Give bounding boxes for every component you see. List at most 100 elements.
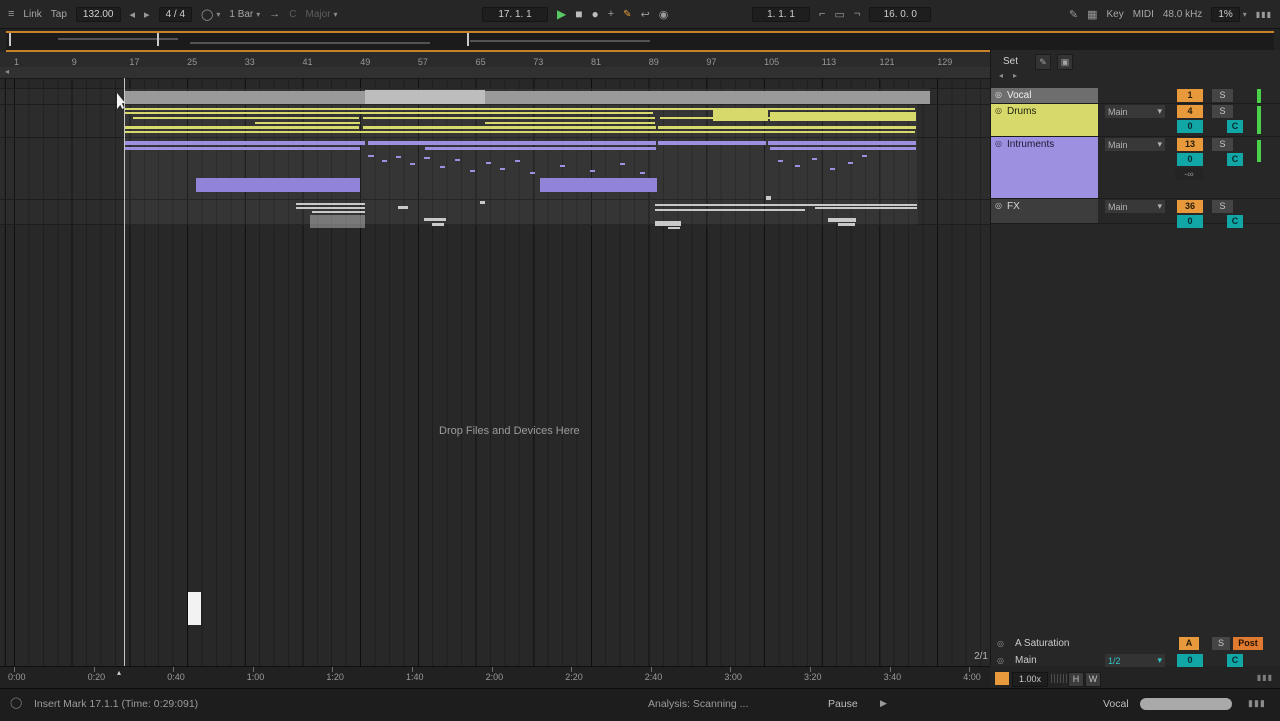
midi-map-button[interactable]: MIDI [1133,9,1154,20]
output-routing-select[interactable]: Main▾ [1105,138,1165,151]
lane-divider [0,88,990,89]
input-a-button[interactable]: A [1179,637,1199,650]
loop-start-marker-icon[interactable]: ◂ [5,67,9,76]
post-toggle-button[interactable]: Post [1233,637,1263,650]
time-label: 0:20 [88,672,106,682]
chevron-down-icon[interactable]: ▾ [216,10,220,19]
track-name-area[interactable]: ◎ Drums [991,104,1098,136]
master-device-row[interactable]: ◎ A Saturation A S Post [991,636,1280,652]
volume-display[interactable]: -∞ [1175,168,1203,180]
tap-tempo-button[interactable]: Tap [51,9,67,20]
track-row-drums[interactable]: ◎ Drums Main▾ 4S0 C [991,104,1280,137]
chevron-down-icon: ▾ [1157,201,1162,212]
reenable-automation-icon[interactable]: ↩ [641,8,650,21]
metronome-icon[interactable]: ◯ [201,8,213,21]
time-signature-display[interactable]: 4 / 4 [159,7,192,22]
pan-control[interactable]: C [1227,654,1243,667]
master-main-row[interactable]: ◎ Main 1/2 ▾ 0 C [991,653,1280,669]
back-arrow-icon[interactable]: ◂ [999,71,1003,80]
key-map-button[interactable]: Key [1107,9,1124,20]
track-fold-icon[interactable]: ◎ [995,201,1002,210]
nudge-down-icon[interactable]: ◂ [130,8,136,21]
solo-button[interactable]: S [1212,89,1233,102]
automation-arm-icon[interactable]: ✎ [623,9,631,20]
play-button[interactable]: ▶ [557,7,566,21]
scrub-area[interactable] [0,67,990,78]
track-fold-icon[interactable]: ◎ [997,656,1004,665]
stop-button[interactable]: ■ [575,7,582,21]
lock-icon[interactable]: ▣ [1057,54,1073,70]
pause-button[interactable]: Pause [828,698,858,710]
arrangement-area[interactable] [0,78,990,666]
time-ruler[interactable]: ▴ 0:000:200:401:001:201:402:002:202:403:… [0,666,990,689]
pencil-icon[interactable]: ✎ [1035,54,1051,70]
beat-time-ruler[interactable]: ◂ 191725334149576573818997105113121129 [0,52,990,79]
playback-rate-display[interactable]: 1.00x [1012,672,1048,687]
punch-out-icon[interactable]: ¬ [854,8,860,20]
send-knob[interactable]: 0 [1177,153,1203,166]
loop-start-display[interactable]: 1. 1. 1 [752,7,810,22]
track-fold-icon[interactable]: ◎ [997,639,1004,648]
track-name-label: Drums [1007,106,1036,117]
resume-icon[interactable]: ▶ [880,698,887,709]
output-routing-select[interactable]: 1/2 ▾ [1105,654,1165,667]
send-knob[interactable]: 0 [1177,215,1203,228]
status-bar: ◯ Insert Mark 17.1.1 (Time: 0:29:091) An… [0,688,1280,721]
output-routing-select[interactable]: Main▾ [1105,200,1165,213]
scale-root-display[interactable]: C [289,9,296,20]
time-label: 1:40 [406,672,424,682]
track-row-intruments[interactable]: ◎Intruments Main▾ 13 S0 C -∞ [991,137,1280,199]
arrangement-overview[interactable] [6,31,1274,52]
quantize-menu[interactable]: 1 Bar [229,9,253,20]
send-knob[interactable]: 0 [1177,120,1203,133]
grid-icon[interactable]: ▦ [1087,8,1097,21]
track-number-badge[interactable]: 36 [1177,200,1203,213]
insert-marker-icon[interactable]: ▴ [117,668,121,677]
nudge-up-icon[interactable]: ▸ [144,8,150,21]
solo-button[interactable]: S [1212,200,1233,213]
scale-name-display[interactable]: Major [306,9,331,20]
track-name-area[interactable]: ◎FX [991,199,1098,223]
meter-icon: ▮▮▮ [1257,673,1273,682]
loop-toggle-icon[interactable]: ▭ [834,8,844,21]
track-number-badge[interactable]: 1 [1177,89,1203,102]
chevron-down-icon[interactable]: ▾ [1243,10,1247,19]
punch-in-icon[interactable]: ⌐ [819,8,825,20]
playhead[interactable] [124,78,125,666]
arrangement-position-display[interactable]: 17. 1. 1 [482,7,548,22]
zoom-width-button[interactable]: W [1085,672,1101,687]
track-row-fx[interactable]: ◎FXMain▾36S0C [991,199,1280,224]
track-number-badge[interactable]: 13 [1177,138,1203,151]
solo-button[interactable]: S [1212,637,1230,650]
track-fold-icon[interactable]: ◎ [995,139,1002,148]
link-button[interactable]: Link [23,9,41,20]
follow-icon[interactable]: → [269,8,280,20]
solo-button[interactable]: S [1212,138,1233,151]
options-menu-icon[interactable]: ≡ [8,8,14,20]
bar-number-label: 57 [418,57,428,67]
pan-control[interactable]: C [1227,215,1243,228]
forward-arrow-icon[interactable]: ▸ [1013,71,1017,80]
send-knob[interactable]: 0 [1177,654,1203,667]
tempo-display[interactable]: 132.00 [76,7,121,22]
chevron-down-icon[interactable]: ▾ [334,10,338,19]
chevron-down-icon[interactable]: ▾ [256,10,260,19]
loop-length-display[interactable]: 16. 0. 0 [869,7,931,22]
track-row-vocal[interactable]: ◎Vocal 1S [991,88,1280,104]
track-name-area[interactable]: ◎Vocal [991,88,1098,103]
zoom-height-button[interactable]: H [1068,672,1084,687]
record-button[interactable]: ● [591,7,598,21]
track-number-badge[interactable]: 4 [1177,105,1203,118]
cpu-load-display[interactable]: 1% [1211,7,1239,22]
track-fold-icon[interactable]: ◎ [995,90,1002,99]
solo-button[interactable]: S [1212,105,1233,118]
draw-mode-icon[interactable]: ✎ [1069,8,1078,21]
pan-control[interactable]: C [1227,153,1243,166]
overdub-icon[interactable]: + [608,8,614,20]
status-pill[interactable] [1140,698,1232,710]
pan-control[interactable]: C [1227,120,1243,133]
track-name-area[interactable]: ◎Intruments [991,137,1098,198]
capture-midi-icon[interactable]: ◉ [659,8,669,21]
output-routing-select[interactable]: Main▾ [1105,105,1165,118]
track-fold-icon[interactable]: ◎ [995,106,1002,115]
